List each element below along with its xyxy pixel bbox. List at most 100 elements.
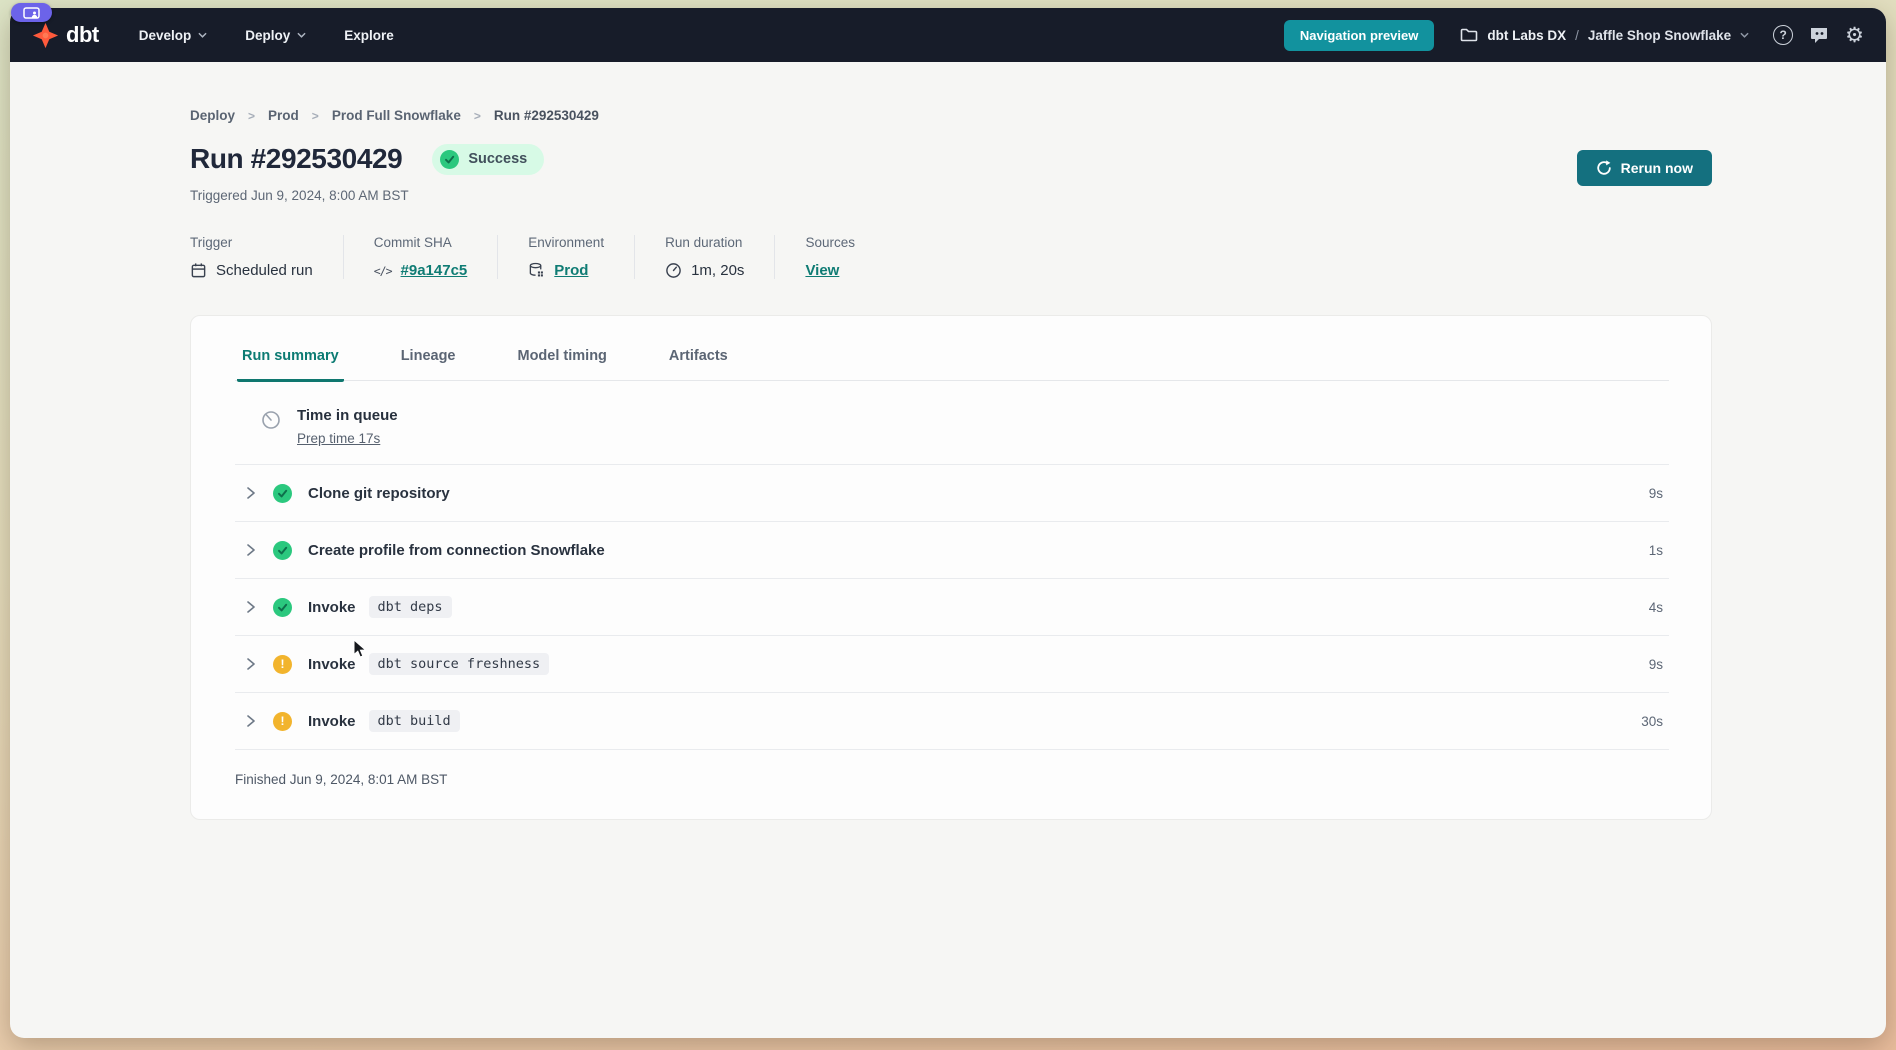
meta-label: Trigger: [190, 235, 313, 250]
commit-sha-link[interactable]: #9a147c5: [401, 262, 468, 279]
primary-nav: Develop Deploy Explore: [139, 28, 394, 43]
step-label: Invoke: [308, 599, 356, 616]
refresh-icon: [1596, 160, 1612, 176]
step-row-clone-git[interactable]: Clone git repository 9s: [235, 465, 1669, 522]
top-navbar: dbt Develop Deploy Explore Navigation pr…: [10, 8, 1886, 62]
logo-text: dbt: [66, 22, 99, 48]
gear-icon[interactable]: ⚙: [1845, 25, 1864, 46]
step-duration: 30s: [1641, 714, 1663, 729]
run-detail-page: Deploy > Prod > Prod Full Snowflake > Ru…: [10, 62, 1886, 820]
queue-clock-icon: [261, 410, 281, 435]
step-command: dbt deps: [369, 596, 452, 618]
breadcrumb: Deploy > Prod > Prod Full Snowflake > Ru…: [190, 108, 1712, 123]
breadcrumb-separator: >: [248, 109, 255, 123]
status-warning-icon: !: [273, 655, 292, 674]
help-icon[interactable]: ?: [1773, 25, 1793, 45]
prep-time-link[interactable]: Prep time 17s: [297, 431, 380, 446]
meta-label: Commit SHA: [374, 235, 468, 250]
step-row-dbt-deps[interactable]: Invoke dbt deps 4s: [235, 579, 1669, 636]
tab-run-summary[interactable]: Run summary: [237, 342, 344, 382]
sources-view-link[interactable]: View: [805, 262, 839, 279]
nav-item-deploy[interactable]: Deploy: [245, 28, 306, 43]
feedback-icon[interactable]: [1809, 26, 1829, 44]
meta-environment: Environment Prod: [497, 235, 634, 279]
nav-item-label: Explore: [344, 28, 394, 43]
chevron-down-icon: [198, 32, 207, 38]
status-success-icon: [273, 484, 292, 503]
tab-model-timing[interactable]: Model timing: [513, 342, 612, 382]
breadcrumb-separator: >: [312, 109, 319, 123]
step-command: dbt build: [369, 710, 460, 732]
run-summary-card: Run summary Lineage Model timing Artifac…: [190, 315, 1712, 820]
environment-link[interactable]: Prod: [554, 262, 588, 279]
screen-person-icon: [23, 7, 40, 19]
meta-label: Run duration: [665, 235, 744, 250]
chevron-right-icon[interactable]: [244, 657, 258, 671]
status-badge: Success: [432, 144, 544, 175]
code-icon: </>: [374, 264, 392, 278]
chevron-right-icon[interactable]: [244, 714, 258, 728]
database-icon: [528, 262, 545, 279]
step-duration: 1s: [1649, 543, 1663, 558]
account-project-switcher[interactable]: dbt Labs DX / Jaffle Shop Snowflake: [1460, 27, 1749, 43]
status-badge-label: Success: [468, 151, 527, 167]
account-separator: /: [1575, 28, 1579, 43]
page-title: Run #292530429: [190, 143, 402, 175]
tab-artifacts[interactable]: Artifacts: [664, 342, 733, 382]
step-label: Invoke: [308, 656, 356, 673]
chevron-down-icon: [1740, 32, 1749, 38]
status-success-icon: [273, 541, 292, 560]
triggered-timestamp: Triggered Jun 9, 2024, 8:00 AM BST: [190, 188, 1712, 203]
rerun-now-label: Rerun now: [1621, 160, 1693, 176]
chevron-right-icon[interactable]: [244, 486, 258, 500]
meta-run-duration: Run duration 1m, 20s: [634, 235, 774, 279]
status-success-icon: [273, 598, 292, 617]
meta-value-text: 1m, 20s: [691, 262, 744, 279]
step-row-source-freshness[interactable]: ! Invoke dbt source freshness 9s: [235, 636, 1669, 693]
step-label: Invoke: [308, 713, 356, 730]
meta-commit-sha: Commit SHA </> #9a147c5: [343, 235, 498, 279]
step-row-dbt-build[interactable]: ! Invoke dbt build 30s: [235, 693, 1669, 750]
meta-label: Sources: [805, 235, 855, 250]
breadcrumb-job[interactable]: Prod Full Snowflake: [332, 108, 461, 123]
meta-trigger: Trigger Scheduled run: [190, 235, 343, 279]
tab-bar: Run summary Lineage Model timing Artifac…: [235, 342, 1669, 381]
calendar-icon: [190, 262, 207, 279]
nav-item-label: Develop: [139, 28, 192, 43]
breadcrumb-prod[interactable]: Prod: [268, 108, 299, 123]
navigation-preview-button[interactable]: Navigation preview: [1284, 20, 1434, 51]
chevron-right-icon[interactable]: [244, 600, 258, 614]
step-label: Clone git repository: [308, 485, 450, 502]
run-meta-row: Trigger Scheduled run Commit SHA </> #9a…: [190, 235, 1712, 279]
clock-icon: [665, 262, 682, 279]
step-command: dbt source freshness: [369, 653, 550, 675]
meta-label: Environment: [528, 235, 604, 250]
meta-sources: Sources View: [774, 235, 885, 279]
status-success-icon: [440, 150, 459, 169]
meta-value-text: Scheduled run: [216, 262, 313, 279]
step-duration: 9s: [1649, 486, 1663, 501]
status-warning-icon: !: [273, 712, 292, 731]
nav-item-explore[interactable]: Explore: [344, 28, 394, 43]
time-in-queue-row: Time in queue Prep time 17s: [235, 381, 1669, 465]
navbar-icon-bar: ? ⚙: [1773, 25, 1864, 46]
step-row-create-profile[interactable]: Create profile from connection Snowflake…: [235, 522, 1669, 579]
breadcrumb-deploy[interactable]: Deploy: [190, 108, 235, 123]
nav-item-develop[interactable]: Develop: [139, 28, 208, 43]
screen-share-badge[interactable]: [11, 3, 52, 22]
project-name: Jaffle Shop Snowflake: [1588, 28, 1731, 43]
queue-title: Time in queue: [297, 407, 398, 424]
app-window: dbt Develop Deploy Explore Navigation pr…: [10, 8, 1886, 1038]
dbt-logo-icon: [32, 22, 59, 49]
account-name: dbt Labs DX: [1487, 28, 1566, 43]
rerun-now-button[interactable]: Rerun now: [1577, 150, 1712, 186]
step-label: Create profile from connection Snowflake: [308, 542, 605, 559]
chevron-down-icon: [297, 32, 306, 38]
chevron-right-icon[interactable]: [244, 543, 258, 557]
tab-lineage[interactable]: Lineage: [396, 342, 461, 382]
dbt-logo[interactable]: dbt: [32, 22, 99, 49]
folder-icon: [1460, 27, 1478, 43]
step-duration: 9s: [1649, 657, 1663, 672]
nav-item-label: Deploy: [245, 28, 290, 43]
finished-timestamp: Finished Jun 9, 2024, 8:01 AM BST: [235, 750, 1669, 793]
